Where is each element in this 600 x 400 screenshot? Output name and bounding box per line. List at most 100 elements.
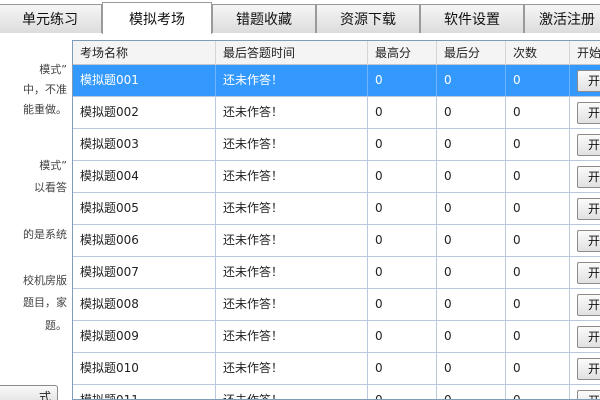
- tab-wrong-questions[interactable]: 错题收藏: [212, 4, 316, 33]
- last-score-cell: 0: [437, 321, 506, 352]
- column-header-best-score[interactable]: 最高分: [368, 41, 437, 65]
- best-score-cell: 0: [368, 161, 437, 192]
- exam-name-cell: 模拟题005: [73, 193, 216, 224]
- last-answer-time-cell: 还未作答！: [216, 353, 368, 384]
- attempt-count-cell: 0: [506, 257, 570, 288]
- table-row[interactable]: 模拟题006还未作答！000开始: [73, 225, 600, 257]
- start-exam-button[interactable]: 开始: [577, 198, 600, 220]
- exam-name-cell: 模拟题011: [73, 385, 216, 399]
- tab-mock-exam[interactable]: 模拟考场: [102, 2, 212, 34]
- description-line: 的是系统: [23, 228, 67, 241]
- attempt-count-cell: 0: [506, 65, 570, 96]
- start-exam-button[interactable]: 开始: [577, 358, 600, 380]
- start-exam-button[interactable]: 开始: [577, 102, 600, 124]
- tab-bar: 单元练习 模拟考场 错题收藏 资源下载 软件设置 激活注册: [0, 0, 600, 34]
- description-line: 以看答: [34, 181, 67, 194]
- attempt-count-cell: 0: [506, 161, 570, 192]
- exam-list-grid: 考场名称 最后答题时间 最高分 最后分 次数 开始 模拟题001 还未作答！ 0 0 0…: [72, 40, 600, 400]
- last-answer-time-cell: 还未作答！: [216, 289, 368, 320]
- last-answer-time-cell: 还未作答！: [216, 385, 368, 399]
- column-header-last-score[interactable]: 最后分: [437, 41, 506, 65]
- start-exam-button[interactable]: 开始: [577, 390, 600, 399]
- best-score-cell: 0: [368, 289, 437, 320]
- best-score-cell: 0: [368, 257, 437, 288]
- column-header-last-time[interactable]: 最后答题时间: [216, 41, 368, 65]
- table-row[interactable]: 模拟题002还未作答！000开始: [73, 97, 600, 129]
- table-row[interactable]: 模拟题011还未作答！000开始: [73, 385, 600, 399]
- attempt-count-cell: 0: [506, 97, 570, 128]
- last-score-cell: 0: [437, 65, 506, 96]
- attempt-count-cell: 0: [506, 321, 570, 352]
- last-answer-time-cell: 还未作答！: [216, 65, 368, 96]
- exam-name-cell: 模拟题002: [73, 97, 216, 128]
- last-answer-time-cell: 还未作答！: [216, 161, 368, 192]
- tab-software-settings[interactable]: 软件设置: [420, 4, 524, 33]
- exam-name-cell: 模拟题007: [73, 257, 216, 288]
- attempt-count-cell: 0: [506, 225, 570, 256]
- tab-label: 单元练习: [22, 12, 78, 28]
- start-exam-button[interactable]: 开始: [577, 230, 600, 252]
- tab-activation[interactable]: 激活注册: [524, 4, 600, 33]
- table-row[interactable]: 模拟题001还未作答！000开始: [73, 65, 600, 97]
- description-line: 模式”: [39, 159, 67, 172]
- attempt-count-cell: 0: [506, 385, 570, 399]
- tab-label: 错题收藏: [236, 12, 292, 28]
- tab-unit-practice[interactable]: 单元练习: [0, 4, 102, 33]
- last-answer-time-cell: 还未作答！: [216, 129, 368, 160]
- tab-resource-download[interactable]: 资源下载: [316, 4, 420, 33]
- tab-label: 激活注册: [539, 12, 595, 28]
- table-row[interactable]: 模拟题003还未作答！000开始: [73, 129, 600, 161]
- last-score-cell: 0: [437, 129, 506, 160]
- description-line: 题目，家: [23, 296, 67, 309]
- exam-name-cell: 模拟题006: [73, 225, 216, 256]
- tab-label: 资源下载: [340, 12, 396, 28]
- start-exam-button[interactable]: 开始: [577, 134, 600, 156]
- last-score-cell: 0: [437, 97, 506, 128]
- column-header-start[interactable]: 开始: [570, 41, 600, 65]
- best-score-cell: 0: [368, 97, 437, 128]
- exam-name-cell: 模拟题001: [73, 65, 216, 96]
- start-exam-button[interactable]: 开始: [577, 166, 600, 188]
- last-score-cell: 0: [437, 225, 506, 256]
- table-row[interactable]: 模拟题005还未作答！000开始: [73, 193, 600, 225]
- start-exam-button[interactable]: 开始: [577, 326, 600, 348]
- attempt-count-cell: 0: [506, 193, 570, 224]
- table-row[interactable]: 模拟题010还未作答！000开始: [73, 353, 600, 385]
- exam-name-cell: 模拟题009: [73, 321, 216, 352]
- last-answer-time-cell: 还未作答！: [216, 193, 368, 224]
- last-answer-time-cell: 还未作答！: [216, 257, 368, 288]
- table-row[interactable]: 模拟题007还未作答！000开始: [73, 257, 600, 289]
- mode-button[interactable]: 式: [0, 385, 58, 400]
- exam-name-cell: 模拟题008: [73, 289, 216, 320]
- start-exam-button[interactable]: 开始: [577, 70, 600, 92]
- column-header-count[interactable]: 次数: [506, 41, 570, 65]
- mode-button-label: 式: [38, 389, 51, 400]
- start-exam-button[interactable]: 开始: [577, 262, 600, 284]
- best-score-cell: 0: [368, 353, 437, 384]
- last-answer-time-cell: 还未作答！: [216, 225, 368, 256]
- table-row[interactable]: 模拟题008还未作答！000开始: [73, 289, 600, 321]
- table-row[interactable]: 模拟题009还未作答！000开始: [73, 321, 600, 353]
- best-score-cell: 0: [368, 321, 437, 352]
- best-score-cell: 0: [368, 65, 437, 96]
- start-exam-button[interactable]: 开始: [577, 294, 600, 316]
- last-score-cell: 0: [437, 161, 506, 192]
- tab-label: 模拟考场: [129, 11, 185, 28]
- description-line: 中，不准: [23, 83, 67, 96]
- exam-name-cell: 模拟题004: [73, 161, 216, 192]
- attempt-count-cell: 0: [506, 353, 570, 384]
- mode-description-panel: 模式” 中，不准 能重做。 模式” 以看答 的是系统 校机房版 题目，家 题。 …: [0, 34, 70, 400]
- last-score-cell: 0: [437, 193, 506, 224]
- column-header-name[interactable]: 考场名称: [73, 41, 216, 65]
- description-line: 模式”: [39, 63, 67, 76]
- last-score-cell: 0: [437, 353, 506, 384]
- description-line: 能重做。: [23, 103, 67, 116]
- best-score-cell: 0: [368, 193, 437, 224]
- last-score-cell: 0: [437, 385, 506, 399]
- description-line: 题。: [45, 319, 67, 332]
- last-answer-time-cell: 还未作答！: [216, 321, 368, 352]
- table-row[interactable]: 模拟题004还未作答！000开始: [73, 161, 600, 193]
- attempt-count-cell: 0: [506, 129, 570, 160]
- best-score-cell: 0: [368, 225, 437, 256]
- last-score-cell: 0: [437, 289, 506, 320]
